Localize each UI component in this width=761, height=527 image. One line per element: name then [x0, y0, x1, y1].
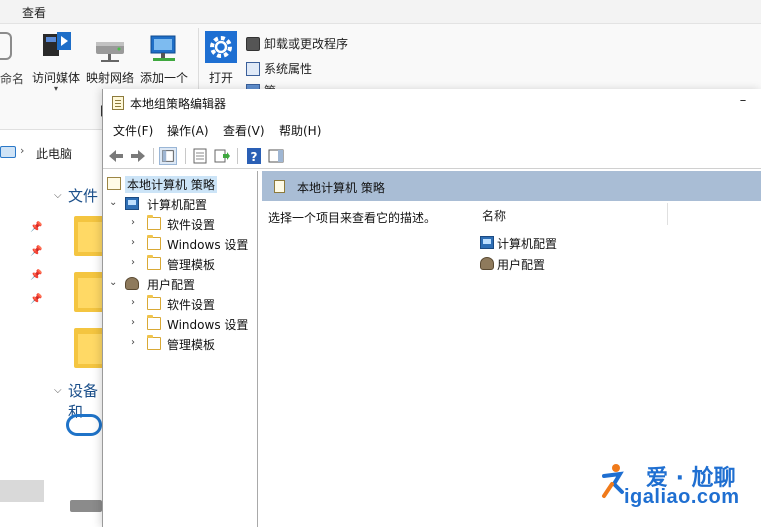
chevron-right-icon[interactable]: › — [131, 297, 135, 308]
uninstall-label: 卸载或更改程序 — [264, 37, 349, 51]
user-icon — [125, 277, 139, 290]
show-action-pane-icon[interactable] — [267, 147, 285, 165]
title-bar[interactable]: 本地组策略编辑器 – — [103, 89, 761, 117]
pin-icon[interactable]: 📌 — [30, 222, 42, 234]
address-path: 此电脑 — [36, 147, 73, 161]
folder-icon — [147, 255, 161, 270]
export-list-icon[interactable] — [213, 147, 231, 165]
forward-arrow-icon[interactable] — [129, 147, 147, 165]
hard-drive-icon[interactable] — [70, 500, 102, 512]
chevron-right-icon: › — [20, 144, 25, 157]
chevron-right-icon[interactable]: › — [131, 317, 135, 328]
chevron-right-icon[interactable]: › — [131, 257, 135, 268]
chevron-right-icon[interactable]: › — [131, 237, 135, 248]
minimize-button[interactable]: – — [733, 93, 753, 113]
window-title: 本地组策略编辑器 — [130, 97, 227, 111]
policy-app-icon — [112, 96, 124, 110]
chevron-down-icon[interactable]: ⌄ — [109, 277, 117, 288]
system-properties-icon — [246, 62, 260, 76]
explorer-content: ⌵ 文件 📌 📌 📌 📌 ⌵ 设备和 — [0, 172, 104, 527]
description-text: 选择一个项目来查看它的描述。 — [268, 211, 437, 225]
menu-help[interactable]: 帮助(H) — [279, 122, 321, 139]
tree-label: 管理模板 — [167, 258, 216, 272]
toolbar-separator — [237, 148, 238, 164]
help-icon[interactable]: ? — [245, 147, 263, 165]
show-tree-icon[interactable] — [159, 147, 177, 165]
chevron-down-icon[interactable]: ⌄ — [109, 197, 117, 208]
system-properties-button[interactable]: 系统属性 — [246, 60, 312, 77]
map-network-label: 映射网络 — [85, 71, 134, 85]
pin-icon[interactable]: 📌 — [30, 294, 42, 306]
menu-action[interactable]: 操作(A) — [167, 122, 209, 139]
tree-pane: 本地计算机 策略 ⌄ 计算机配置 › 软件设置 › Windows 设置 › 管… — [103, 171, 258, 527]
computer-icon — [480, 236, 494, 249]
cloud-drive-icon[interactable] — [66, 414, 102, 436]
tree-label: 本地计算机 策略 — [125, 176, 217, 193]
files-group-label[interactable]: 文件 — [68, 185, 98, 206]
menu-view[interactable]: 查看(V) — [223, 122, 265, 139]
svg-text:?: ? — [251, 150, 258, 164]
uninstall-icon — [246, 37, 260, 51]
ribbon-cut-label[interactable]: 命名 — [0, 70, 24, 87]
folder-icon[interactable] — [74, 216, 104, 256]
column-header-name[interactable]: 名称 — [480, 203, 668, 225]
runner-logo-icon — [602, 464, 624, 498]
selected-item-highlight — [0, 480, 44, 502]
uninstall-program-button[interactable]: 卸载或更改程序 — [246, 35, 348, 52]
tree-label: 用户配置 — [147, 278, 196, 292]
menu-bar: 文件(F) 操作(A) 查看(V) 帮助(H) — [103, 119, 761, 141]
ribbon-tabbar: 查看 — [0, 0, 761, 24]
folder-icon — [147, 335, 161, 350]
gear-icon — [205, 31, 237, 63]
policy-document-icon — [274, 180, 285, 193]
watermark-domain-text: igaliao.com — [624, 486, 740, 508]
details-header-title: 本地计算机 策略 — [297, 181, 385, 195]
chevron-right-icon[interactable]: › — [131, 217, 135, 228]
properties-icon[interactable] — [191, 147, 209, 165]
folder-icon — [147, 295, 161, 310]
system-properties-label: 系统属性 — [264, 62, 313, 76]
policy-document-icon — [107, 177, 121, 190]
address-bar[interactable]: › 此电脑 — [0, 140, 110, 166]
toolbar-separator — [185, 148, 186, 164]
folder-icon[interactable] — [74, 272, 104, 312]
user-icon — [480, 257, 494, 270]
pin-icon[interactable]: 📌 — [30, 246, 42, 258]
list-item-label: 计算机配置 — [497, 237, 558, 251]
network-location-icon — [150, 35, 176, 61]
network-drive-icon — [96, 42, 124, 62]
toolbar: ? — [103, 143, 761, 169]
add-network-location-label: 添加一个 — [139, 71, 188, 85]
details-header: 本地计算机 策略 — [262, 171, 761, 201]
tree-label: 软件设置 — [167, 298, 216, 312]
tree-label: 计算机配置 — [147, 198, 208, 212]
chevron-down-icon[interactable]: ⌵ — [54, 190, 62, 201]
column-header-label: 名称 — [482, 209, 507, 223]
menu-file[interactable]: 文件(F) — [113, 122, 153, 139]
pin-icon[interactable]: 📌 — [30, 270, 42, 282]
tab-view[interactable]: 查看 — [22, 4, 46, 21]
dropdown-caret-icon: ▾ — [54, 84, 59, 93]
watermark-logo: 爱 · 尬聊 igaliao.com — [596, 458, 756, 518]
chevron-down-icon[interactable]: ⌵ — [54, 385, 62, 396]
chevron-right-icon[interactable]: › — [131, 337, 135, 348]
this-pc-icon — [0, 146, 16, 158]
media-server-icon — [43, 32, 71, 56]
computer-icon — [125, 197, 139, 210]
folder-icon — [147, 315, 161, 330]
open-label: 打开 — [208, 71, 233, 85]
folder-icon[interactable] — [74, 328, 104, 368]
tree-label: 管理模板 — [167, 338, 216, 352]
tree-label: Windows 设置 — [167, 318, 249, 332]
list-item-label: 用户配置 — [497, 258, 546, 272]
tree-label: Windows 设置 — [167, 238, 249, 252]
rename-icon — [0, 32, 12, 60]
back-arrow-icon[interactable] — [107, 147, 125, 165]
folder-icon — [147, 235, 161, 250]
tree-label: 软件设置 — [167, 218, 216, 232]
toolbar-separator — [153, 148, 154, 164]
folder-icon — [147, 215, 161, 230]
